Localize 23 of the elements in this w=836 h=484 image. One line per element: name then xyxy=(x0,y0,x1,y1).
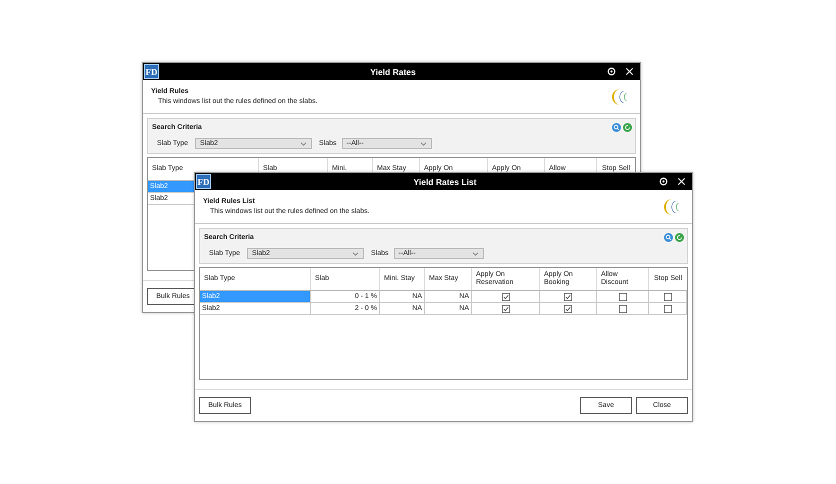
window-title: Yield Rates xyxy=(369,66,417,76)
checkbox[interactable] xyxy=(502,292,510,300)
app-logo: FD xyxy=(196,174,211,189)
checkbox[interactable] xyxy=(618,304,626,312)
close-icon[interactable] xyxy=(677,177,686,186)
refresh-icon[interactable] xyxy=(675,232,684,242)
close-icon[interactable] xyxy=(625,67,634,76)
checkbox[interactable] xyxy=(502,304,510,312)
chevron-icon xyxy=(300,142,308,146)
chevron-icon xyxy=(420,142,427,146)
checkbox[interactable] xyxy=(618,292,626,300)
settings-icon[interactable] xyxy=(607,67,616,76)
settings-icon[interactable] xyxy=(659,177,668,186)
checkbox[interactable] xyxy=(564,304,572,312)
checkbox[interactable] xyxy=(664,304,672,312)
checkbox[interactable] xyxy=(564,292,572,300)
chevron-icon xyxy=(352,252,360,256)
app-logo: FD xyxy=(144,64,159,79)
refresh-icon[interactable] xyxy=(623,122,632,132)
checkbox[interactable] xyxy=(664,292,672,300)
search-icon[interactable] xyxy=(664,232,673,242)
chevron-icon xyxy=(472,252,479,256)
search-icon[interactable] xyxy=(612,122,621,132)
